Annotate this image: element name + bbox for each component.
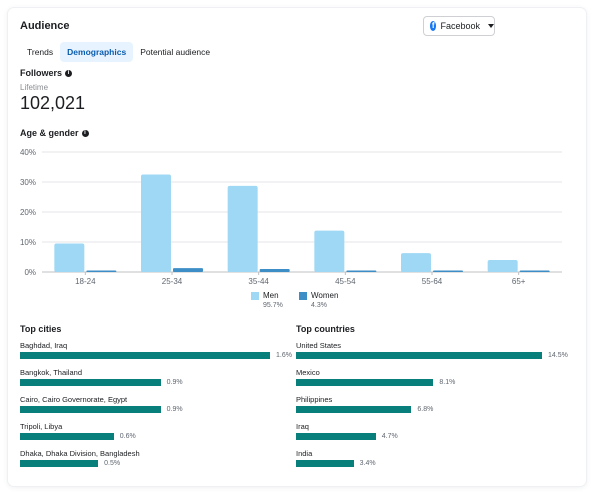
list-item-bar: [20, 352, 270, 359]
x-tick-label: 35-44: [248, 277, 269, 286]
x-tick-label: 65+: [512, 277, 526, 286]
list-item-value: 1.6%: [276, 352, 292, 359]
x-tick-label: 25-34: [162, 277, 183, 286]
list-item-bar: [296, 460, 354, 467]
women-swatch: [299, 291, 307, 300]
list-item-value: 0.6%: [119, 433, 136, 440]
list-item-bar: [20, 379, 161, 386]
legend-women: Women 4.3%: [299, 291, 338, 309]
list-item-label: Cairo, Cairo Governorate, Egypt: [20, 395, 128, 404]
bar-women: [519, 270, 550, 272]
bar-men: [227, 185, 258, 272]
list-item-label: Baghdad, Iraq: [20, 341, 68, 350]
y-tick-label: 20%: [20, 208, 36, 217]
list-item-bar: [20, 460, 99, 467]
list-item-bar: [20, 433, 114, 440]
list-item-value: 14.5%: [548, 352, 568, 359]
bar-women: [259, 269, 290, 272]
list-item-label: United States: [296, 341, 342, 350]
y-tick-label: 0%: [24, 268, 36, 277]
legend-men: Men 95.7%: [251, 291, 283, 309]
top-countries-title: Top countries: [296, 324, 355, 334]
list-item-label: Mexico: [296, 368, 320, 377]
list-item-value: 0.5%: [104, 460, 121, 467]
legend-men-pct: 95.7%: [263, 302, 283, 309]
bar-men: [314, 230, 345, 272]
list-item-bar: [296, 379, 434, 386]
list-item-label: India: [296, 449, 313, 458]
list-item-bar: [296, 352, 542, 359]
bar-women: [433, 270, 463, 272]
men-swatch: [251, 291, 259, 300]
bar-women: [86, 270, 117, 272]
bar-women: [346, 270, 377, 272]
x-tick-label: 45-54: [335, 277, 356, 286]
list-item-label: Dhaka, Dhaka Division, Bangladesh: [20, 449, 140, 458]
y-tick-label: 30%: [20, 178, 36, 187]
bar-women: [173, 268, 203, 272]
list-item-bar: [296, 406, 412, 413]
y-tick-label: 10%: [20, 238, 36, 247]
list-item-bar: [20, 406, 161, 413]
list-item-value: 3.4%: [359, 460, 376, 467]
y-tick-label: 40%: [20, 148, 36, 157]
list-item-value: 0.9%: [166, 379, 183, 386]
bar-men: [141, 174, 171, 272]
list-item-label: Iraq: [296, 422, 309, 431]
list-item-value: 4.7%: [381, 433, 398, 440]
legend-women-pct: 4.3%: [311, 302, 327, 309]
bar-men: [401, 253, 431, 272]
legend-men-label: Men: [263, 291, 279, 300]
bar-men: [487, 260, 518, 272]
list-item-label: Philippines: [296, 395, 333, 404]
top-cities-title: Top cities: [20, 324, 62, 334]
legend-women-label: Women: [311, 291, 339, 300]
list-item-value: 0.9%: [166, 406, 183, 413]
list-item-label: Bangkok, Thailand: [20, 368, 82, 377]
list-item-bar: [296, 433, 376, 440]
x-tick-label: 55-64: [422, 277, 443, 286]
list-item-value: 8.1%: [439, 379, 456, 386]
list-item-label: Tripoli, Libya: [20, 422, 63, 431]
bar-men: [54, 243, 85, 272]
x-tick-label: 18-24: [75, 277, 96, 286]
list-item-value: 6.8%: [417, 406, 434, 413]
